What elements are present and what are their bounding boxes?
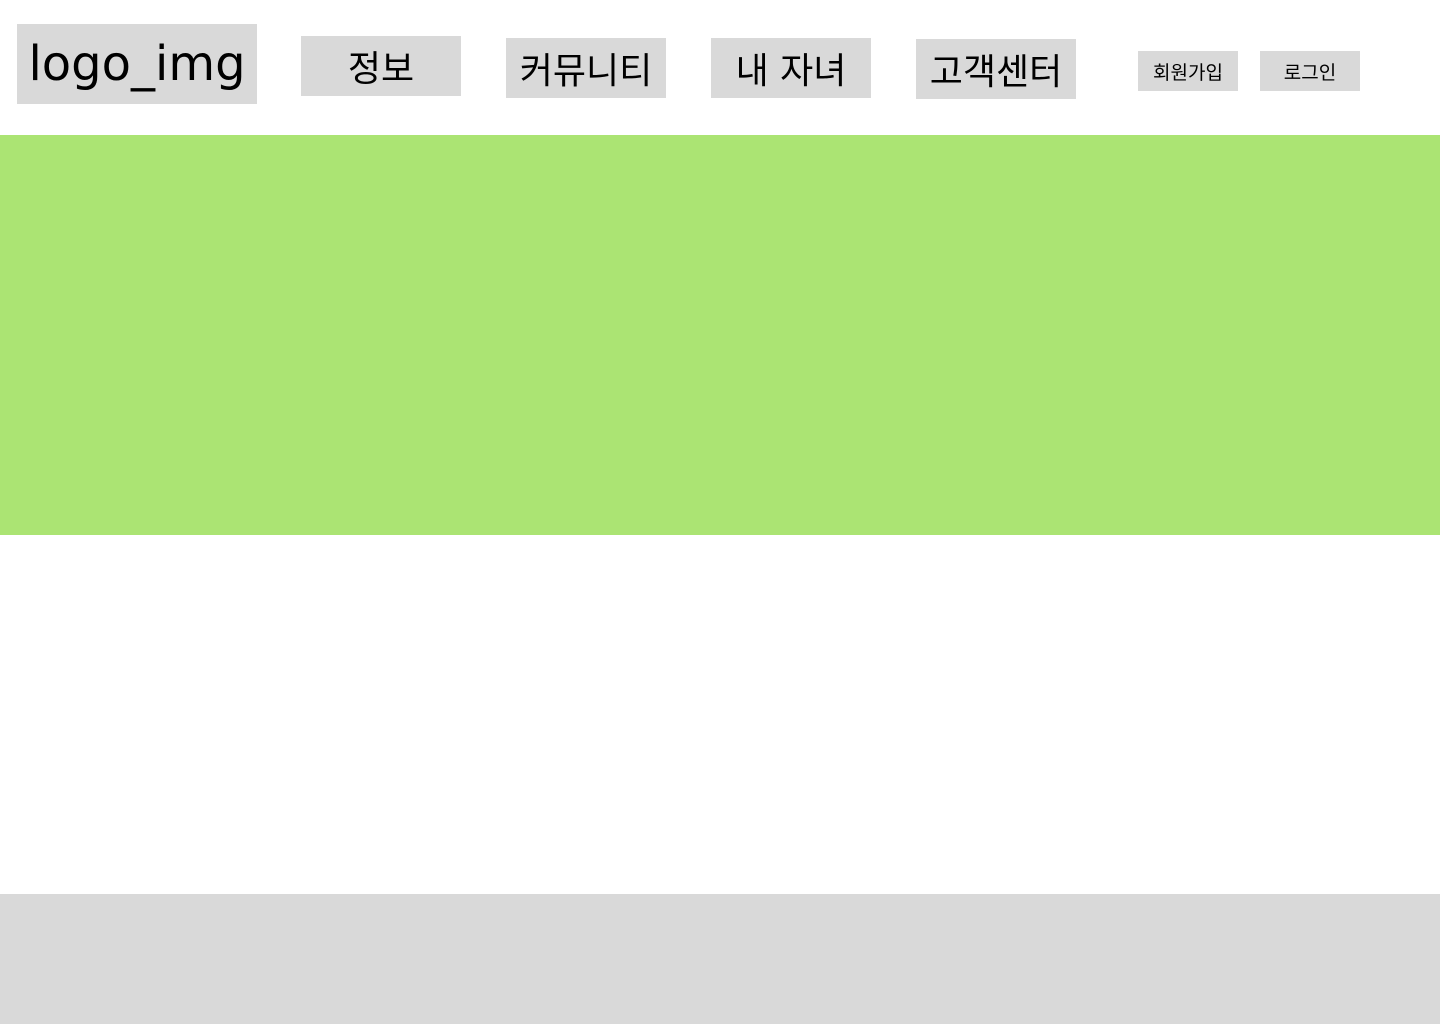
nav-item-my-children[interactable]: 내 자녀 [711, 38, 871, 98]
nav-item-label: 커뮤니티 [519, 51, 653, 92]
nav-item-label: 정보 [347, 49, 415, 90]
site-footer [0, 894, 1440, 1024]
nav-item-info[interactable]: 정보 [301, 36, 461, 96]
nav-item-support[interactable]: 고객센터 [916, 39, 1076, 99]
nav-item-label: 고객센터 [929, 52, 1063, 93]
page: logo_img 정보 커뮤니티 내 자녀 고객센터 회원가입 로그인 [0, 0, 1440, 1024]
nav-item-label: 내 자녀 [735, 51, 847, 92]
signup-button[interactable]: 회원가입 [1138, 51, 1238, 91]
main-content [0, 535, 1440, 894]
login-label: 로그인 [1283, 61, 1337, 84]
login-button[interactable]: 로그인 [1260, 51, 1360, 91]
hero-banner [0, 135, 1440, 535]
signup-label: 회원가입 [1153, 61, 1223, 84]
logo[interactable]: logo_img [17, 24, 257, 104]
logo-label: logo_img [28, 36, 246, 92]
nav-item-community[interactable]: 커뮤니티 [506, 38, 666, 98]
